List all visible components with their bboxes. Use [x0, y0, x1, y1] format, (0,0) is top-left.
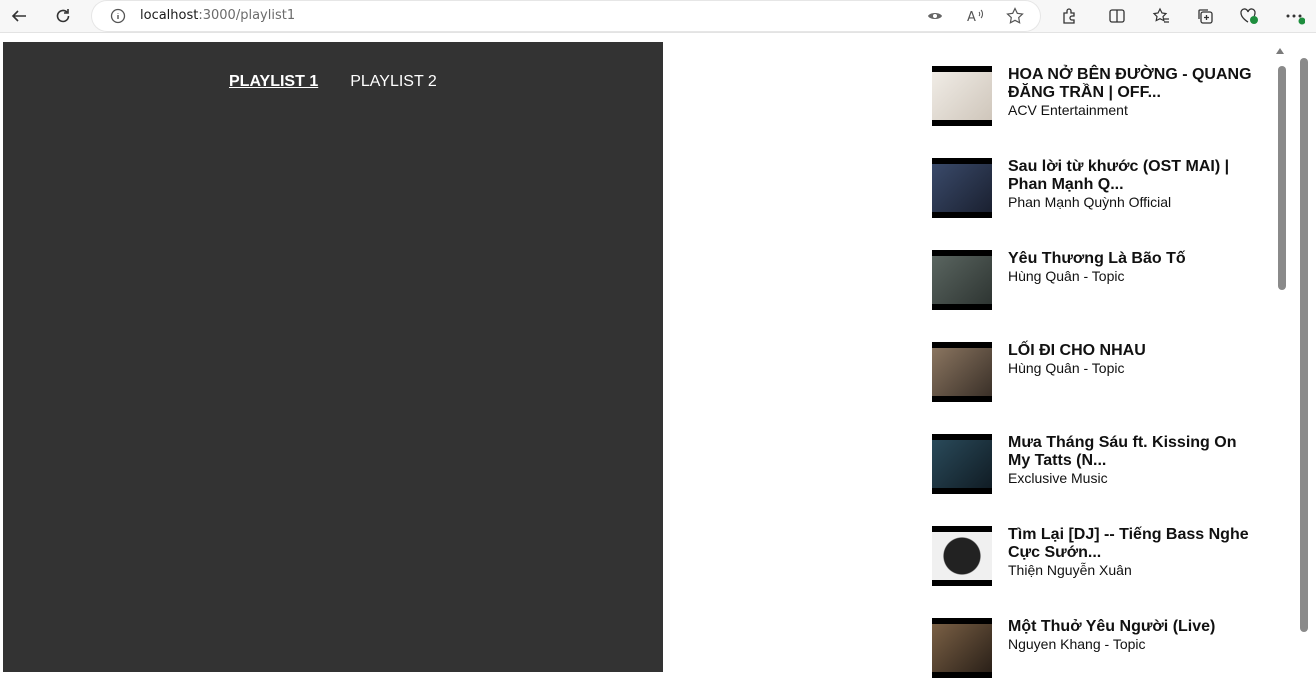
thumbnail-image [932, 624, 992, 672]
collections-icon[interactable] [1191, 3, 1219, 29]
playlist-item[interactable]: Mưa Tháng Sáu ft. Kissing On My Tatts (N… [932, 434, 1262, 496]
browser-essentials-icon[interactable] [1235, 3, 1263, 29]
thumbnail-image [932, 256, 992, 304]
video-title[interactable]: Yêu Thương Là Bão Tố [1008, 250, 1258, 268]
video-thumbnail[interactable] [932, 434, 992, 494]
site-info-icon[interactable] [110, 8, 126, 29]
split-screen-icon[interactable] [1103, 3, 1131, 29]
thumbnail-image [932, 164, 992, 212]
channel-name: Nguyen Khang - Topic [1008, 636, 1146, 652]
tab-playlist-2[interactable]: PLAYLIST 2 [350, 73, 437, 91]
url-text: localhost:3000/playlist1 [140, 8, 296, 23]
channel-name: Phan Mạnh Quỳnh Official [1008, 194, 1172, 210]
playlist-item[interactable]: LỐI ĐI CHO NHAU Hùng Quân - Topic [932, 342, 1262, 404]
refresh-icon[interactable] [49, 3, 77, 29]
favorites-icon[interactable] [1147, 3, 1175, 29]
favorite-star-icon[interactable] [1006, 7, 1024, 25]
page-scrollbar-thumb[interactable] [1300, 58, 1308, 632]
thumbnail-image [932, 532, 992, 580]
extensions-icon[interactable] [1055, 3, 1083, 29]
video-title[interactable]: Sau lời từ khước (OST MAI) | Phan Mạnh Q… [1008, 158, 1258, 194]
playlist-scrollbar-thumb[interactable] [1278, 66, 1286, 290]
playlist-item[interactable]: Một Thuở Yêu Người (Live) Nguyen Khang -… [932, 618, 1262, 680]
channel-name: Exclusive Music [1008, 470, 1108, 486]
thumbnail-image [932, 72, 992, 120]
video-thumbnail[interactable] [932, 250, 992, 310]
thumbnail-image [932, 440, 992, 488]
video-title[interactable]: HOA NỞ BÊN ĐƯỜNG - QUANG ĐĂNG TRẦN | OFF… [1008, 66, 1258, 102]
channel-name: ACV Entertainment [1008, 102, 1128, 118]
playlist-item[interactable]: Tìm Lại [DJ] -- Tiếng Bass Nghe Cực Sướn… [932, 526, 1262, 588]
address-bar[interactable]: localhost:3000/playlist1 A [92, 1, 1040, 31]
browser-toolbar: localhost:3000/playlist1 A [0, 0, 1316, 33]
player-panel: PLAYLIST 1 PLAYLIST 2 [3, 42, 663, 672]
scroll-up-arrow[interactable] [1276, 48, 1284, 54]
read-aloud-icon[interactable]: A [967, 7, 985, 25]
playlist-item[interactable]: Yêu Thương Là Bão Tố Hùng Quân - Topic [932, 250, 1262, 312]
video-thumbnail[interactable] [932, 618, 992, 678]
video-thumbnail[interactable] [932, 66, 992, 126]
playlist-item[interactable]: Sau lời từ khước (OST MAI) | Phan Mạnh Q… [932, 158, 1262, 220]
svg-text:A: A [967, 10, 976, 24]
thumbnail-image [932, 348, 992, 396]
reader-mode-icon[interactable] [926, 7, 944, 25]
channel-name: Hùng Quân - Topic [1008, 268, 1125, 284]
video-title[interactable]: Mưa Tháng Sáu ft. Kissing On My Tatts (N… [1008, 434, 1258, 470]
page-content: PLAYLIST 1 PLAYLIST 2 HOA NỞ BÊN ĐƯỜNG -… [0, 34, 1316, 678]
video-title[interactable]: Tìm Lại [DJ] -- Tiếng Bass Nghe Cực Sướn… [1008, 526, 1258, 562]
video-thumbnail[interactable] [932, 526, 992, 586]
channel-name: Thiện Nguyễn Xuân [1008, 562, 1132, 578]
back-icon[interactable] [5, 3, 33, 29]
video-title[interactable]: Một Thuở Yêu Người (Live) [1008, 618, 1258, 636]
more-options-icon[interactable] [1281, 3, 1309, 29]
video-thumbnail[interactable] [932, 342, 992, 402]
tab-playlist-1[interactable]: PLAYLIST 1 [229, 73, 318, 91]
playlist-item[interactable]: HOA NỞ BÊN ĐƯỜNG - QUANG ĐĂNG TRẦN | OFF… [932, 66, 1262, 128]
channel-name: Hùng Quân - Topic [1008, 360, 1125, 376]
playlist-tabs: PLAYLIST 1 PLAYLIST 2 [229, 73, 437, 91]
video-thumbnail[interactable] [932, 158, 992, 218]
video-title[interactable]: LỐI ĐI CHO NHAU [1008, 342, 1258, 360]
